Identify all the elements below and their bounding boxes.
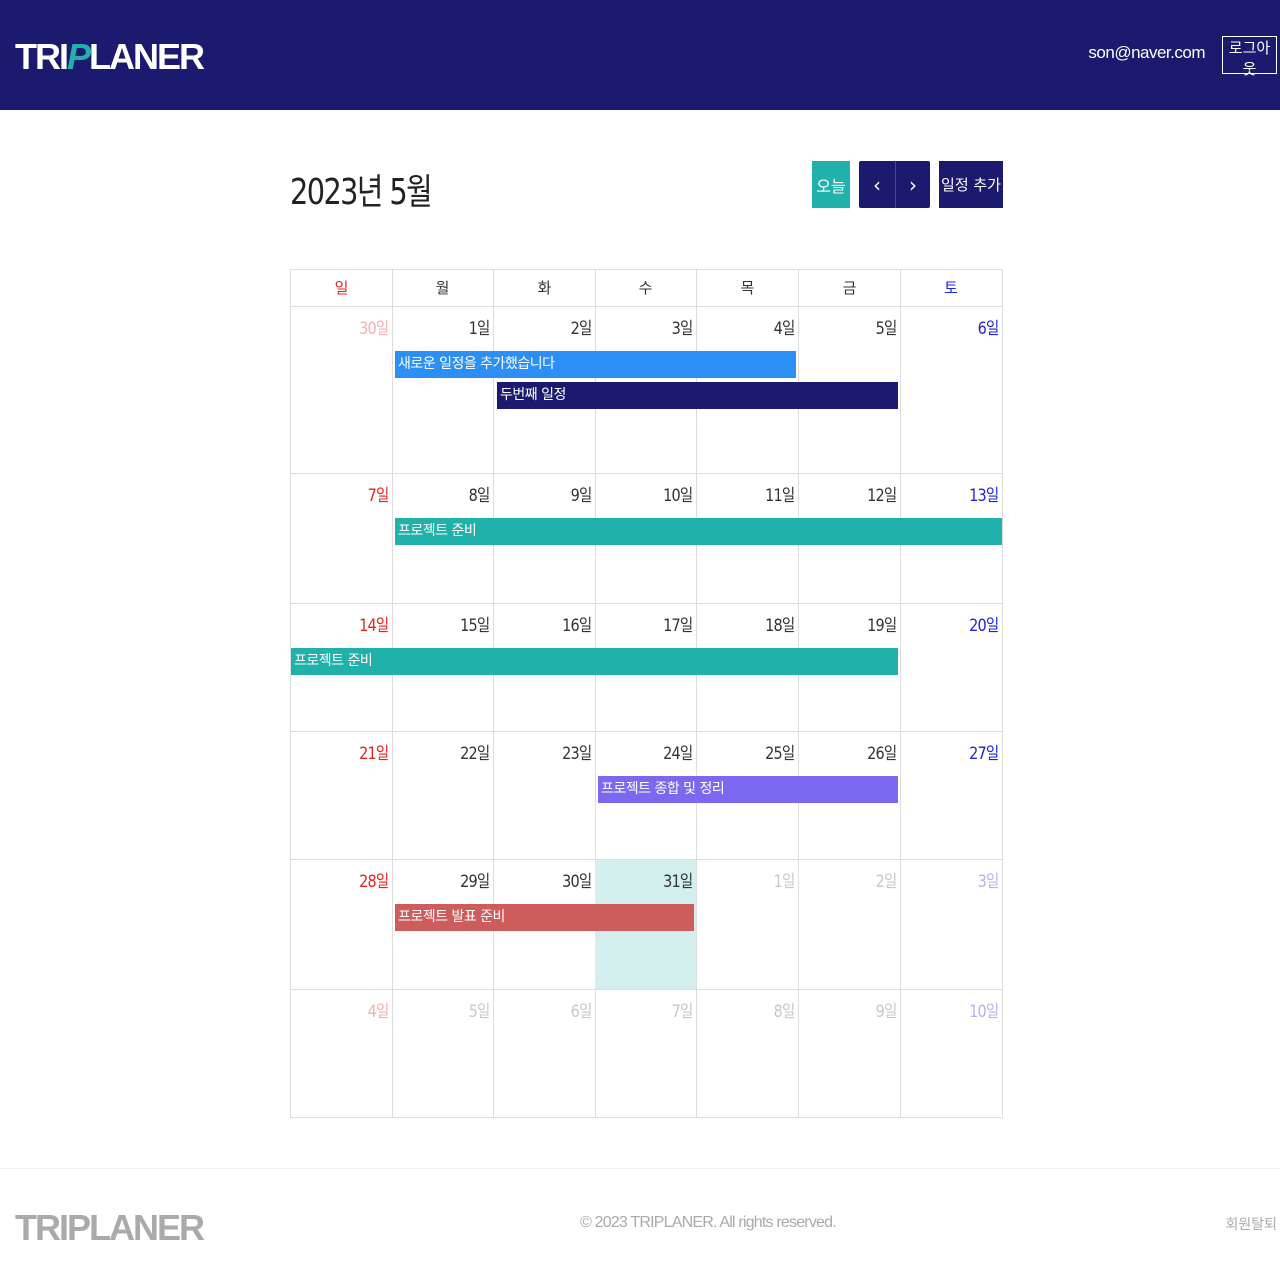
day-number: 16일 <box>561 616 592 636</box>
day-number: 25일 <box>764 744 795 764</box>
day-number: 24일 <box>662 744 693 764</box>
logout-button[interactable]: 로그아웃 <box>1222 36 1277 78</box>
day-number: 5일 <box>875 319 897 339</box>
next-month-button[interactable]: › <box>895 161 930 208</box>
day-number: 8일 <box>773 1002 795 1022</box>
day-cell[interactable]: 30일 <box>291 307 393 473</box>
day-cell[interactable]: 27일 <box>900 732 1002 859</box>
day-number: 10일 <box>662 486 693 506</box>
weekday-thu: 목 <box>697 270 799 307</box>
add-event-button[interactable]: 일정 추가 <box>939 161 1003 208</box>
day-number: 2일 <box>875 872 897 892</box>
header-logo[interactable]: TRIPLANER <box>15 36 205 77</box>
weekday-header-row: 일월화수목금 토 <box>291 270 1002 307</box>
day-cell[interactable]: 9일 <box>799 990 901 1118</box>
day-number: 6일 <box>977 319 999 339</box>
day-number: 5일 <box>468 1002 490 1022</box>
day-number: 28일 <box>358 872 389 892</box>
event-bar[interactable]: 프로젝트 준비 <box>291 648 898 675</box>
calendar-week: 4일 5일 6일 7일 8일 9일 10일 <box>291 990 1002 1118</box>
day-number: 10일 <box>968 1002 999 1022</box>
day-number: 8일 <box>468 486 490 506</box>
day-cell[interactable]: 7일 <box>291 474 393 603</box>
footer-copyright: © 2023 TRIPLANER. All rights reserved. <box>580 1214 837 1231</box>
day-cell[interactable]: 6일 <box>494 990 596 1118</box>
event-bar[interactable]: 프로젝트 종합 및 정리 <box>598 776 898 803</box>
day-number: 1일 <box>468 319 490 339</box>
footer-logo: TRIPLANER <box>15 1207 205 1248</box>
day-cell[interactable]: 28일 <box>291 860 393 989</box>
day-number: 31일 <box>662 872 693 892</box>
day-number: 13일 <box>968 486 999 506</box>
day-number: 21일 <box>358 744 389 764</box>
day-number: 29일 <box>459 872 490 892</box>
day-number: 7일 <box>367 486 389 506</box>
day-cell[interactable]: 2일 <box>799 860 901 989</box>
day-number: 14일 <box>358 616 389 636</box>
day-number: 15일 <box>459 616 490 636</box>
chevron-left-icon: ‹ <box>873 172 881 197</box>
day-cell[interactable]: 10일 <box>900 990 1002 1118</box>
day-number: 17일 <box>662 616 693 636</box>
day-number: 9일 <box>570 486 592 506</box>
day-cell[interactable]: 6일 <box>900 307 1002 473</box>
day-number: 30일 <box>358 319 389 339</box>
day-number: 3일 <box>671 319 693 339</box>
weekday-mon: 월 <box>392 270 494 307</box>
day-cell[interactable]: 21일 <box>291 732 393 859</box>
day-number: 3일 <box>977 872 999 892</box>
day-cell[interactable]: 1일 <box>697 860 799 989</box>
day-cell[interactable]: 23일 <box>494 732 596 859</box>
event-bar[interactable]: 두번째 일정 <box>497 382 898 409</box>
logo-text-laner: LANER <box>89 36 205 77</box>
prev-month-button[interactable]: ‹ <box>859 161 895 208</box>
day-cell[interactable]: 20일 <box>900 604 1002 731</box>
weekday-sun: 일 <box>291 270 393 307</box>
day-number: 12일 <box>866 486 897 506</box>
weekday-wed: 수 <box>595 270 697 307</box>
user-email: son@naver.com <box>1088 43 1205 62</box>
chevron-right-icon: › <box>909 172 917 197</box>
day-number: 7일 <box>671 1002 693 1022</box>
day-cell[interactable]: 3일 <box>900 860 1002 989</box>
withdraw-link[interactable]: 회원탈퇴 <box>1225 1214 1277 1234</box>
page-footer: TRIPLANER © 2023 TRIPLANER. All rights r… <box>0 1168 1280 1280</box>
day-number: 11일 <box>764 486 795 506</box>
day-cell[interactable]: 1일 <box>392 307 494 473</box>
weekday-sat: 토 <box>944 279 958 297</box>
day-number: 23일 <box>561 744 592 764</box>
event-bar[interactable]: 프로젝트 발표 준비 <box>395 904 694 931</box>
day-number: 20일 <box>968 616 999 636</box>
today-button[interactable]: 오늘 <box>812 161 850 208</box>
logo-text-p: P <box>67 36 91 77</box>
day-number: 2일 <box>570 319 592 339</box>
day-number: 6일 <box>570 1002 592 1022</box>
day-number: 4일 <box>367 1002 389 1022</box>
logo-text-tri: TRI <box>15 36 69 77</box>
day-cell[interactable]: 4일 <box>291 990 393 1118</box>
calendar-month-title: 2023년 5월 <box>290 172 433 213</box>
day-number: 22일 <box>459 744 490 764</box>
event-bar[interactable]: 새로운 일정을 추가했습니다 <box>395 351 796 378</box>
day-number: 18일 <box>764 616 795 636</box>
day-cell[interactable]: 8일 <box>697 990 799 1118</box>
day-cell[interactable]: 5일 <box>392 990 494 1118</box>
day-number: 30일 <box>561 872 592 892</box>
top-header: TRIPLANER son@naver.com 로그아웃 <box>0 0 1280 110</box>
day-number: 1일 <box>773 872 795 892</box>
day-number: 9일 <box>875 1002 897 1022</box>
day-number: 4일 <box>773 319 795 339</box>
day-number: 19일 <box>866 616 897 636</box>
month-calendar-grid: 일월화수목금 토 30일 1일 2일 3일 4일 5일 6일 7일 8일 9일 10일 11일 12일 13… <box>290 269 1003 1118</box>
weekday-fri: 금 <box>799 270 901 307</box>
weekday-tue: 화 <box>494 270 596 307</box>
day-cell[interactable]: 22일 <box>392 732 494 859</box>
day-cell[interactable]: 7일 <box>595 990 697 1118</box>
event-bar[interactable]: 프로젝트 준비 <box>395 518 1002 545</box>
day-number: 26일 <box>866 744 897 764</box>
day-number: 27일 <box>968 744 999 764</box>
